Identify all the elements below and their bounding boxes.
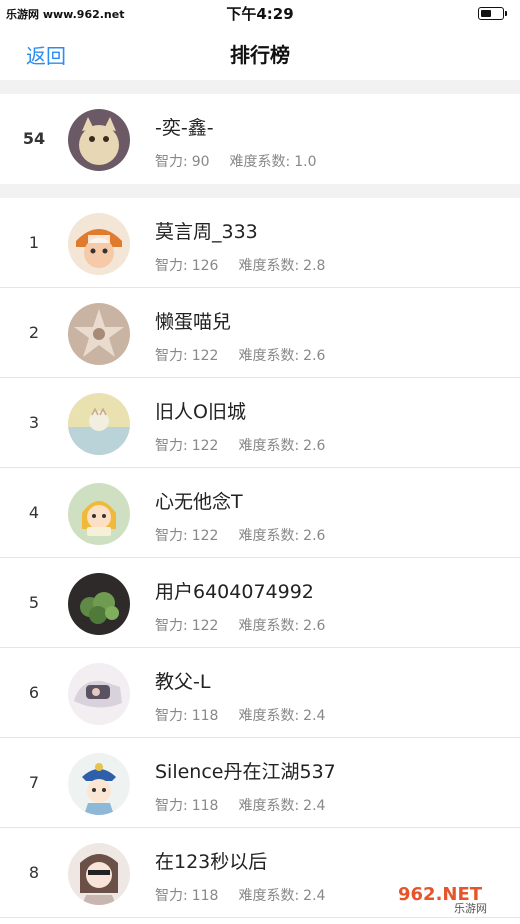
status-bar: 乐游网 www.962.net 下午4:29 — [0, 0, 520, 26]
difficulty-label: 难度系数: — [238, 528, 300, 544]
user-name: 教父-L — [155, 671, 211, 693]
ranking-row[interactable]: 1 莫言周_333 智力: 126 难度系数: 2.8 — [0, 198, 520, 288]
user-stats: 智力: 122 难度系数: 2.6 — [155, 435, 329, 455]
difficulty-label: 难度系数: — [238, 348, 300, 364]
avatar — [68, 109, 130, 171]
rank-number: 54 — [22, 129, 46, 148]
nav-bar: 返回 排行榜 — [0, 26, 520, 80]
user-stats: 智力: 90 难度系数: 1.0 — [155, 151, 321, 171]
user-name: 用户6404074992 — [155, 581, 314, 603]
user-name: 懒蛋喵兒 — [155, 311, 232, 333]
rank-number: 1 — [28, 233, 40, 252]
watermark-logo: 962.NET 乐游网 — [384, 876, 514, 918]
user-name: 旧人O旧城 — [155, 401, 246, 423]
user-stats: 智力: 122 难度系数: 2.6 — [155, 615, 329, 635]
rank-number: 4 — [28, 503, 40, 522]
avatar — [68, 573, 130, 635]
user-stats: 智力: 126 难度系数: 2.8 — [155, 255, 329, 275]
user-name: 莫言周_333 — [155, 221, 258, 243]
difficulty-value: 2.6 — [303, 438, 326, 454]
difficulty-label: 难度系数: — [238, 798, 300, 814]
iq-label: 智力: — [155, 798, 188, 814]
user-stats: 智力: 118 难度系数: 2.4 — [155, 885, 329, 905]
battery-icon — [478, 7, 507, 20]
iq-label: 智力: — [155, 618, 188, 634]
difficulty-value: 2.4 — [303, 888, 326, 904]
user-name: Silence丹在江湖537 — [155, 761, 336, 783]
ranking-row[interactable]: 2 懒蛋喵兒 智力: 122 难度系数: 2.6 — [0, 288, 520, 378]
user-name: 在123秒以后 — [155, 851, 268, 873]
user-stats: 智力: 122 难度系数: 2.6 — [155, 345, 329, 365]
rank-number: 5 — [28, 593, 40, 612]
iq-label: 智力: — [155, 438, 188, 454]
my-rank-row[interactable]: 54 -奕-鑫- 智力: 90 难度系数: 1.0 — [0, 94, 520, 184]
ranking-row[interactable]: 5 用户6404074992 智力: 122 难度系数: 2.6 — [0, 558, 520, 648]
iq-value: 118 — [191, 708, 219, 724]
ranking-row[interactable]: 7 Silence丹在江湖537 智力: 118 难度系数: 2.4 — [0, 738, 520, 828]
rank-number: 8 — [28, 863, 40, 882]
rank-number: 3 — [28, 413, 40, 432]
difficulty-value: 1.0 — [294, 154, 317, 170]
difficulty-label: 难度系数: — [238, 888, 300, 904]
user-stats: 智力: 122 难度系数: 2.6 — [155, 525, 329, 545]
difficulty-value: 2.6 — [303, 348, 326, 364]
difficulty-label: 难度系数: — [229, 154, 291, 170]
status-time: 下午4:29 — [226, 5, 294, 23]
user-stats: 智力: 118 难度系数: 2.4 — [155, 795, 329, 815]
rank-number: 7 — [28, 773, 40, 792]
ranking-row[interactable]: 3 旧人O旧城 智力: 122 难度系数: 2.6 — [0, 378, 520, 468]
ranking-row[interactable]: 4 心无他念T 智力: 122 难度系数: 2.6 — [0, 468, 520, 558]
user-name: 心无他念T — [155, 491, 243, 513]
difficulty-value: 2.8 — [303, 258, 326, 274]
iq-value: 122 — [191, 618, 219, 634]
avatar — [68, 393, 130, 455]
iq-label: 智力: — [155, 528, 188, 544]
ranking-row[interactable]: 6 教父-L 智力: 118 难度系数: 2.4 — [0, 648, 520, 738]
iq-value: 118 — [191, 798, 219, 814]
iq-label: 智力: — [155, 888, 188, 904]
battery-level — [481, 10, 491, 17]
user-name: -奕-鑫- — [155, 117, 214, 139]
iq-value: 122 — [191, 528, 219, 544]
iq-label: 智力: — [155, 708, 188, 724]
avatar — [68, 663, 130, 725]
rank-number: 6 — [28, 683, 40, 702]
difficulty-label: 难度系数: — [238, 618, 300, 634]
iq-label: 智力: — [155, 154, 188, 170]
iq-value: 118 — [191, 888, 219, 904]
section-divider — [0, 80, 520, 94]
avatar — [68, 843, 130, 905]
difficulty-value: 2.6 — [303, 618, 326, 634]
difficulty-label: 难度系数: — [238, 708, 300, 724]
avatar — [68, 213, 130, 275]
iq-label: 智力: — [155, 258, 188, 274]
watermark-subtitle: 乐游网 — [454, 902, 487, 915]
iq-label: 智力: — [155, 348, 188, 364]
iq-value: 122 — [191, 438, 219, 454]
user-stats: 智力: 118 难度系数: 2.4 — [155, 705, 329, 725]
avatar — [68, 483, 130, 545]
avatar — [68, 753, 130, 815]
page-title: 排行榜 — [230, 43, 290, 67]
iq-value: 126 — [191, 258, 219, 274]
section-divider — [0, 184, 520, 198]
avatar — [68, 303, 130, 365]
iq-value: 122 — [191, 348, 219, 364]
difficulty-value: 2.4 — [303, 708, 326, 724]
difficulty-value: 2.4 — [303, 798, 326, 814]
difficulty-value: 2.6 — [303, 528, 326, 544]
difficulty-label: 难度系数: — [238, 438, 300, 454]
rank-number: 2 — [28, 323, 40, 342]
difficulty-label: 难度系数: — [238, 258, 300, 274]
iq-value: 90 — [191, 154, 210, 170]
